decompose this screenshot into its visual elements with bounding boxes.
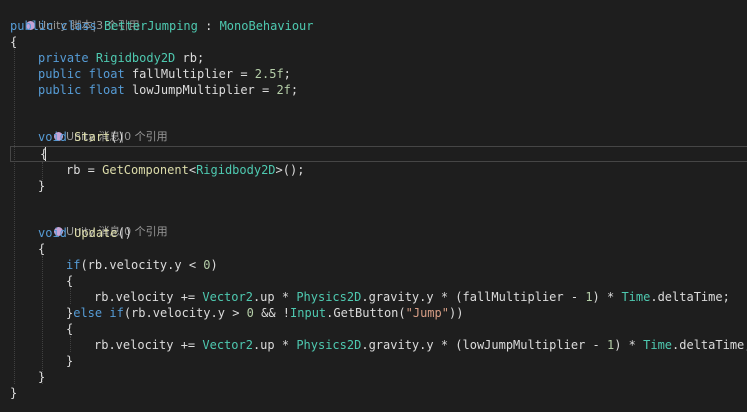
code-line: }: [66, 354, 74, 368]
code-line: }: [38, 370, 46, 384]
code-line: public float fallMultiplier = 2.5f;: [38, 67, 291, 81]
indent-guide: [70, 288, 71, 304]
code-line: {: [66, 322, 74, 336]
code-line: void Start(): [38, 130, 125, 144]
indent-guide: [70, 336, 71, 352]
text-caret: [45, 147, 46, 161]
code-line: private Rigidbody2D rb;: [38, 51, 205, 65]
code-line: if(rb.velocity.y < 0): [66, 258, 218, 272]
code-line: void Update(): [38, 226, 132, 240]
codelens-update-references[interactable]: Unity 消息|0 个引用: [40, 208, 168, 238]
current-line-highlight: [10, 146, 747, 162]
code-line: }else if(rb.velocity.y > 0 && !Input.Get…: [66, 306, 464, 320]
code-line: {: [38, 242, 46, 256]
code-line: {: [10, 35, 18, 49]
codelens-start-references[interactable]: Unity 消息|0 个引用: [40, 113, 168, 143]
code-line: rb.velocity += Vector2.up * Physics2D.gr…: [94, 338, 747, 352]
code-editor[interactable]: Unity 脚本|3 个引用 public class BetterJumpin…: [0, 0, 747, 412]
code-line: {: [66, 274, 74, 288]
code-line: rb.velocity += Vector2.up * Physics2D.gr…: [94, 290, 730, 304]
code-line: }: [10, 386, 18, 400]
code-line: {: [40, 147, 48, 161]
codelens-class-references[interactable]: Unity 脚本|3 个引用: [12, 2, 140, 32]
code-line: public float lowJumpMultiplier = 2f;: [38, 83, 299, 97]
indent-guide: [42, 256, 43, 384]
code-line: }: [38, 179, 46, 193]
code-line: public class BetterJumping : MonoBehavio…: [10, 19, 314, 33]
code-line: rb = GetComponent<Rigidbody2D>();: [66, 163, 305, 177]
indent-guide: [14, 40, 15, 384]
